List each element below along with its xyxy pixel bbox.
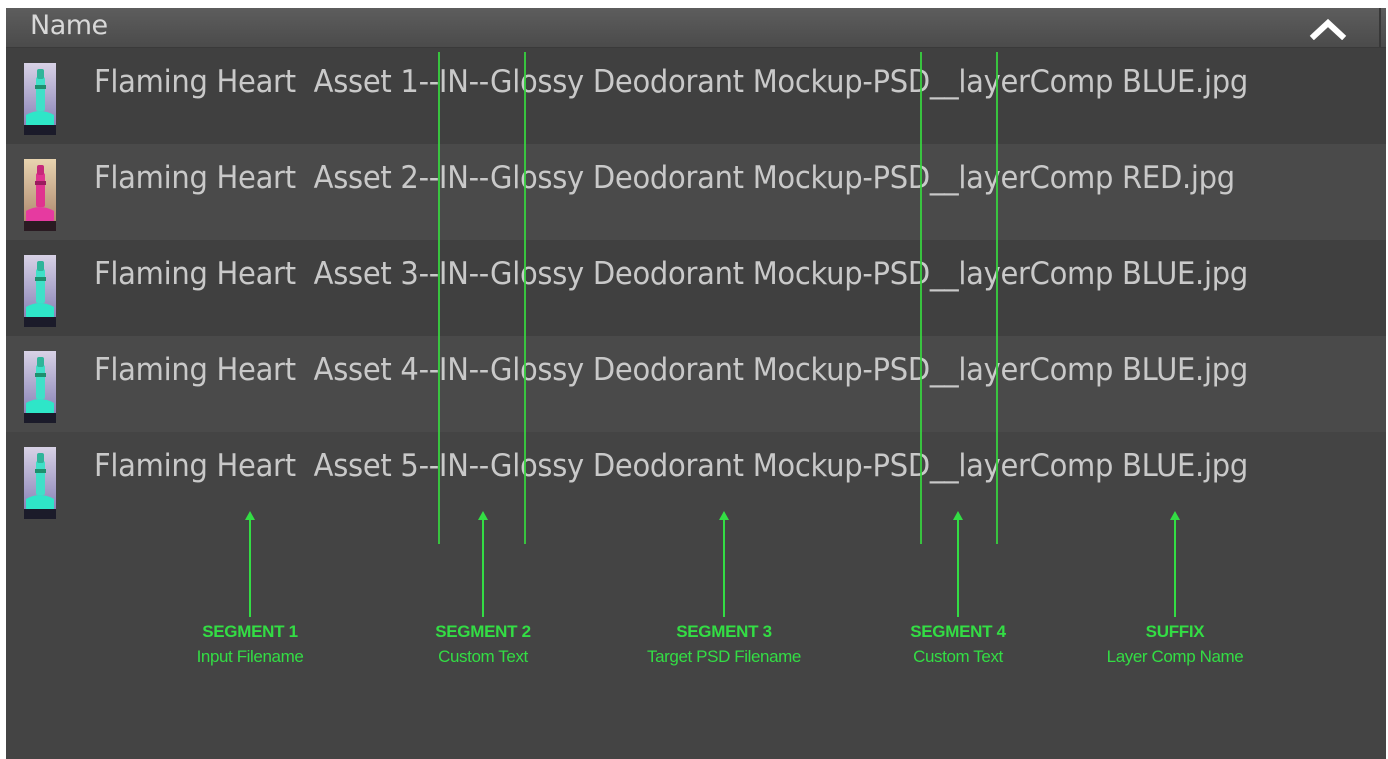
- annotation-subtitle: Layer Comp Name: [1106, 647, 1244, 666]
- annotation-subtitle: Input Filename: [196, 647, 304, 666]
- file-thumbnail-icon: [24, 63, 56, 135]
- arrow-up-icon: [1170, 511, 1180, 617]
- annotation-title: SUFFIX: [1145, 622, 1205, 641]
- segment-divider-line: [996, 52, 998, 544]
- file-row[interactable]: Flaming Heart Asset 3--IN--Glossy Deodor…: [6, 240, 1386, 336]
- annotation-title: SEGMENT 4: [910, 622, 1006, 641]
- file-name: Flaming Heart Asset 3--IN--Glossy Deodor…: [94, 256, 1248, 292]
- file-list-panel: Name Flaming Heart Asset 1--IN--Glossy D…: [6, 8, 1386, 759]
- annotation-title: SEGMENT 3: [676, 622, 772, 641]
- file-row[interactable]: Flaming Heart Asset 2--IN--Glossy Deodor…: [6, 144, 1386, 240]
- segment-3-annotation: SEGMENT 3 Target PSD Filename: [604, 622, 844, 667]
- chevron-up-icon[interactable]: [1308, 16, 1348, 40]
- segment-divider-line: [524, 52, 526, 544]
- annotation-subtitle: Custom Text: [438, 647, 528, 666]
- column-header-label: Name: [30, 10, 108, 41]
- name-column-header[interactable]: Name: [6, 8, 1386, 48]
- annotation-title: SEGMENT 1: [202, 622, 298, 641]
- arrow-up-icon: [719, 511, 729, 617]
- file-thumbnail-icon: [24, 255, 56, 327]
- annotation-subtitle: Custom Text: [913, 647, 1003, 666]
- arrow-up-icon: [953, 511, 963, 617]
- file-name: Flaming Heart Asset 1--IN--Glossy Deodor…: [94, 64, 1248, 100]
- suffix-annotation: SUFFIX Layer Comp Name: [1055, 622, 1295, 667]
- file-row[interactable]: Flaming Heart Asset 4--IN--Glossy Deodor…: [6, 336, 1386, 432]
- segment-1-annotation: SEGMENT 1 Input Filename: [130, 622, 370, 667]
- arrow-up-icon: [245, 511, 255, 617]
- file-thumbnail-icon: [24, 447, 56, 519]
- file-name: Flaming Heart Asset 2--IN--Glossy Deodor…: [94, 160, 1235, 196]
- file-name: Flaming Heart Asset 5--IN--Glossy Deodor…: [94, 448, 1248, 484]
- arrow-up-icon: [478, 511, 488, 617]
- segment-divider-line: [920, 52, 922, 544]
- column-divider: [1379, 8, 1381, 47]
- segment-2-annotation: SEGMENT 2 Custom Text: [363, 622, 603, 667]
- segment-4-annotation: SEGMENT 4 Custom Text: [838, 622, 1078, 667]
- file-row[interactable]: Flaming Heart Asset 1--IN--Glossy Deodor…: [6, 48, 1386, 144]
- annotation-subtitle: Target PSD Filename: [647, 647, 801, 666]
- segment-divider-line: [438, 52, 440, 544]
- file-thumbnail-icon: [24, 351, 56, 423]
- file-thumbnail-icon: [24, 159, 56, 231]
- annotation-title: SEGMENT 2: [435, 622, 531, 641]
- file-name: Flaming Heart Asset 4--IN--Glossy Deodor…: [94, 352, 1248, 388]
